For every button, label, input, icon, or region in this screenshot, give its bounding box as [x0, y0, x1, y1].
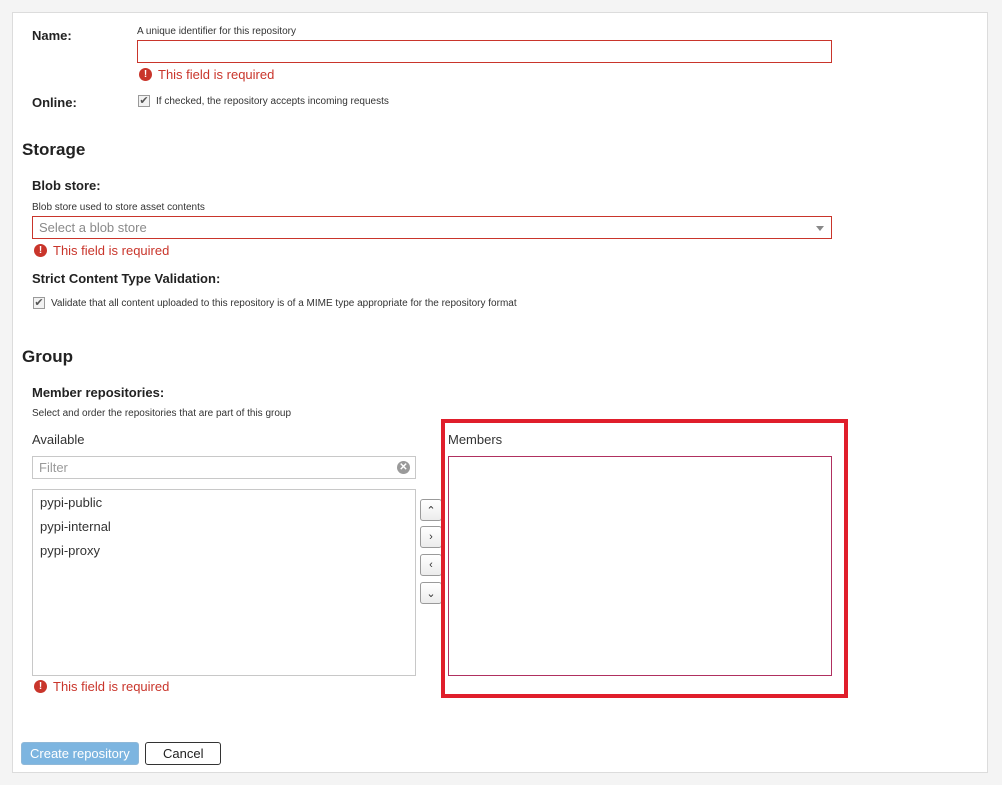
- blob-store-error: ! This field is required: [34, 243, 169, 258]
- clear-x-icon[interactable]: ✕: [397, 461, 410, 474]
- online-label: Online:: [32, 95, 77, 110]
- name-error-text: This field is required: [158, 67, 275, 82]
- online-help-text: If checked, the repository accepts incom…: [156, 95, 389, 107]
- members-highlight-box: [441, 419, 848, 698]
- remove-member-button[interactable]: ‹: [420, 554, 442, 576]
- group-section-title: Group: [22, 347, 73, 366]
- online-checkbox-row: ✔ If checked, the repository accepts inc…: [138, 95, 389, 107]
- available-column-label: Available: [32, 432, 85, 447]
- member-repositories-help-text: Select and order the repositories that a…: [32, 408, 292, 419]
- chevron-down-icon: ⌄: [426, 587, 436, 600]
- strict-validation-label: Strict Content Type Validation:: [32, 271, 221, 286]
- checkmark-icon: ✔: [34, 296, 44, 309]
- name-help-text: A unique identifier for this repository: [137, 26, 296, 37]
- member-repositories-label: Member repositories:: [32, 385, 165, 400]
- filter-input[interactable]: Filter ✕: [32, 456, 416, 479]
- cancel-button[interactable]: Cancel: [145, 742, 222, 765]
- blob-store-error-text: This field is required: [53, 243, 170, 258]
- list-item-pypi-proxy[interactable]: pypi-proxy: [33, 539, 415, 563]
- strict-validation-help-text: Validate that all content uploaded to th…: [51, 297, 517, 309]
- member-repositories-error: ! This field is required: [34, 679, 169, 694]
- blob-store-select[interactable]: Select a blob store: [32, 216, 832, 239]
- online-checkbox[interactable]: ✔: [138, 95, 150, 107]
- blob-store-help-text: Blob store used to store asset contents: [32, 202, 205, 213]
- exclamation-circle-icon: !: [139, 68, 152, 81]
- move-down-button[interactable]: ⌄: [420, 582, 442, 604]
- move-up-button[interactable]: ⌃: [420, 499, 442, 521]
- name-label: Name:: [32, 28, 72, 43]
- name-input[interactable]: [137, 40, 832, 63]
- list-item-pypi-public[interactable]: pypi-public: [33, 491, 415, 515]
- exclamation-circle-icon: !: [34, 680, 47, 693]
- strict-validation-checkbox-row: ✔ Validate that all content uploaded to …: [33, 297, 517, 309]
- create-repository-button[interactable]: Create repository: [21, 742, 139, 765]
- blob-store-placeholder: Select a blob store: [39, 220, 147, 235]
- exclamation-circle-icon: !: [34, 244, 47, 257]
- strict-validation-checkbox[interactable]: ✔: [33, 297, 45, 309]
- blob-store-label: Blob store:: [32, 178, 101, 193]
- list-item-pypi-internal[interactable]: pypi-internal: [33, 515, 415, 539]
- member-repositories-error-text: This field is required: [53, 679, 170, 694]
- caret-down-icon[interactable]: [816, 226, 824, 231]
- storage-section-title: Storage: [22, 140, 86, 159]
- available-list[interactable]: pypi-public pypi-internal pypi-proxy: [32, 489, 416, 676]
- chevron-right-icon: ›: [429, 531, 433, 543]
- add-member-button[interactable]: ›: [420, 526, 442, 548]
- checkmark-icon: ✔: [139, 94, 149, 107]
- chevron-left-icon: ‹: [429, 559, 433, 571]
- chevron-up-icon: ⌃: [426, 504, 436, 517]
- filter-placeholder: Filter: [39, 460, 68, 475]
- name-error: ! This field is required: [139, 67, 274, 82]
